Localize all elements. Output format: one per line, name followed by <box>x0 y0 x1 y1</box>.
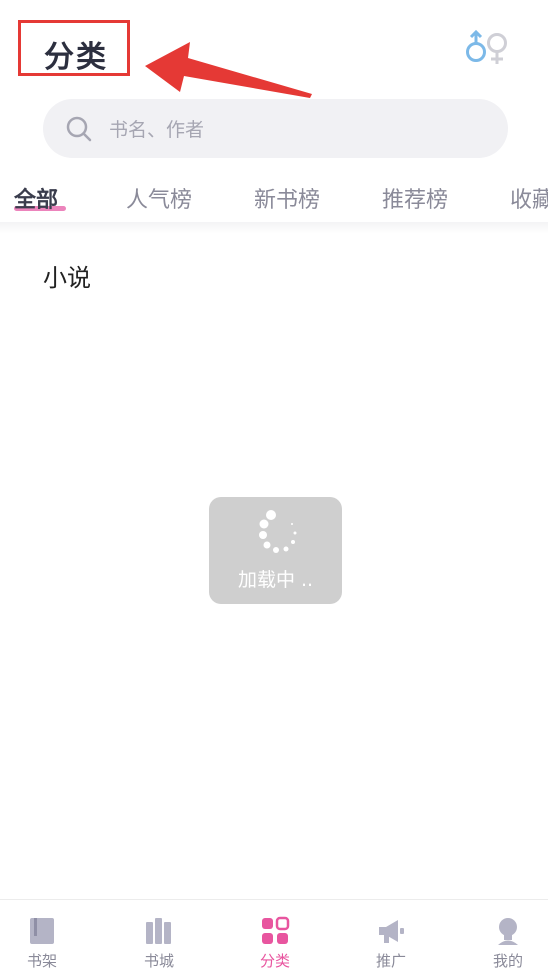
spinner-icon <box>259 510 297 553</box>
tab-bar: 全部 人气榜 新书榜 推荐榜 收藏 <box>0 172 548 222</box>
page-title: 分类 <box>44 40 108 75</box>
loading-text: 加载中 .. <box>237 569 314 591</box>
nav-bookstore[interactable]: 书城 <box>104 900 214 978</box>
megaphone-icon <box>379 920 404 943</box>
nav-category[interactable]: 分类 <box>220 900 330 978</box>
search-input[interactable] <box>107 99 491 160</box>
nav-bookshelf[interactable]: 书架 <box>0 900 97 978</box>
bottom-nav: 书架 书城 分类 推广 我的 <box>0 899 548 978</box>
search-bar[interactable] <box>43 99 508 160</box>
tab-all[interactable]: 全部 <box>14 182 58 214</box>
tabs-divider <box>0 222 548 234</box>
tab-new-books[interactable]: 新书榜 <box>254 182 320 214</box>
nav-promotion[interactable]: 推广 <box>336 900 446 978</box>
header: 分类 <box>0 0 548 98</box>
section-title: 小说 <box>43 264 91 292</box>
category-icon <box>262 916 290 944</box>
tab-recommended[interactable]: 推荐榜 <box>382 182 448 214</box>
gender-icon[interactable] <box>462 28 512 68</box>
annotation-arrow-icon <box>145 42 312 98</box>
loading-toast: 加载中 .. <box>209 497 342 604</box>
tab-favorites[interactable]: 收藏 <box>510 182 548 214</box>
nav-profile[interactable]: 我的 <box>453 900 548 978</box>
bookshelf-icon <box>30 918 54 944</box>
profile-icon <box>498 918 518 945</box>
books-icon <box>146 918 171 944</box>
search-icon <box>66 116 92 142</box>
tab-popular[interactable]: 人气榜 <box>126 182 192 214</box>
